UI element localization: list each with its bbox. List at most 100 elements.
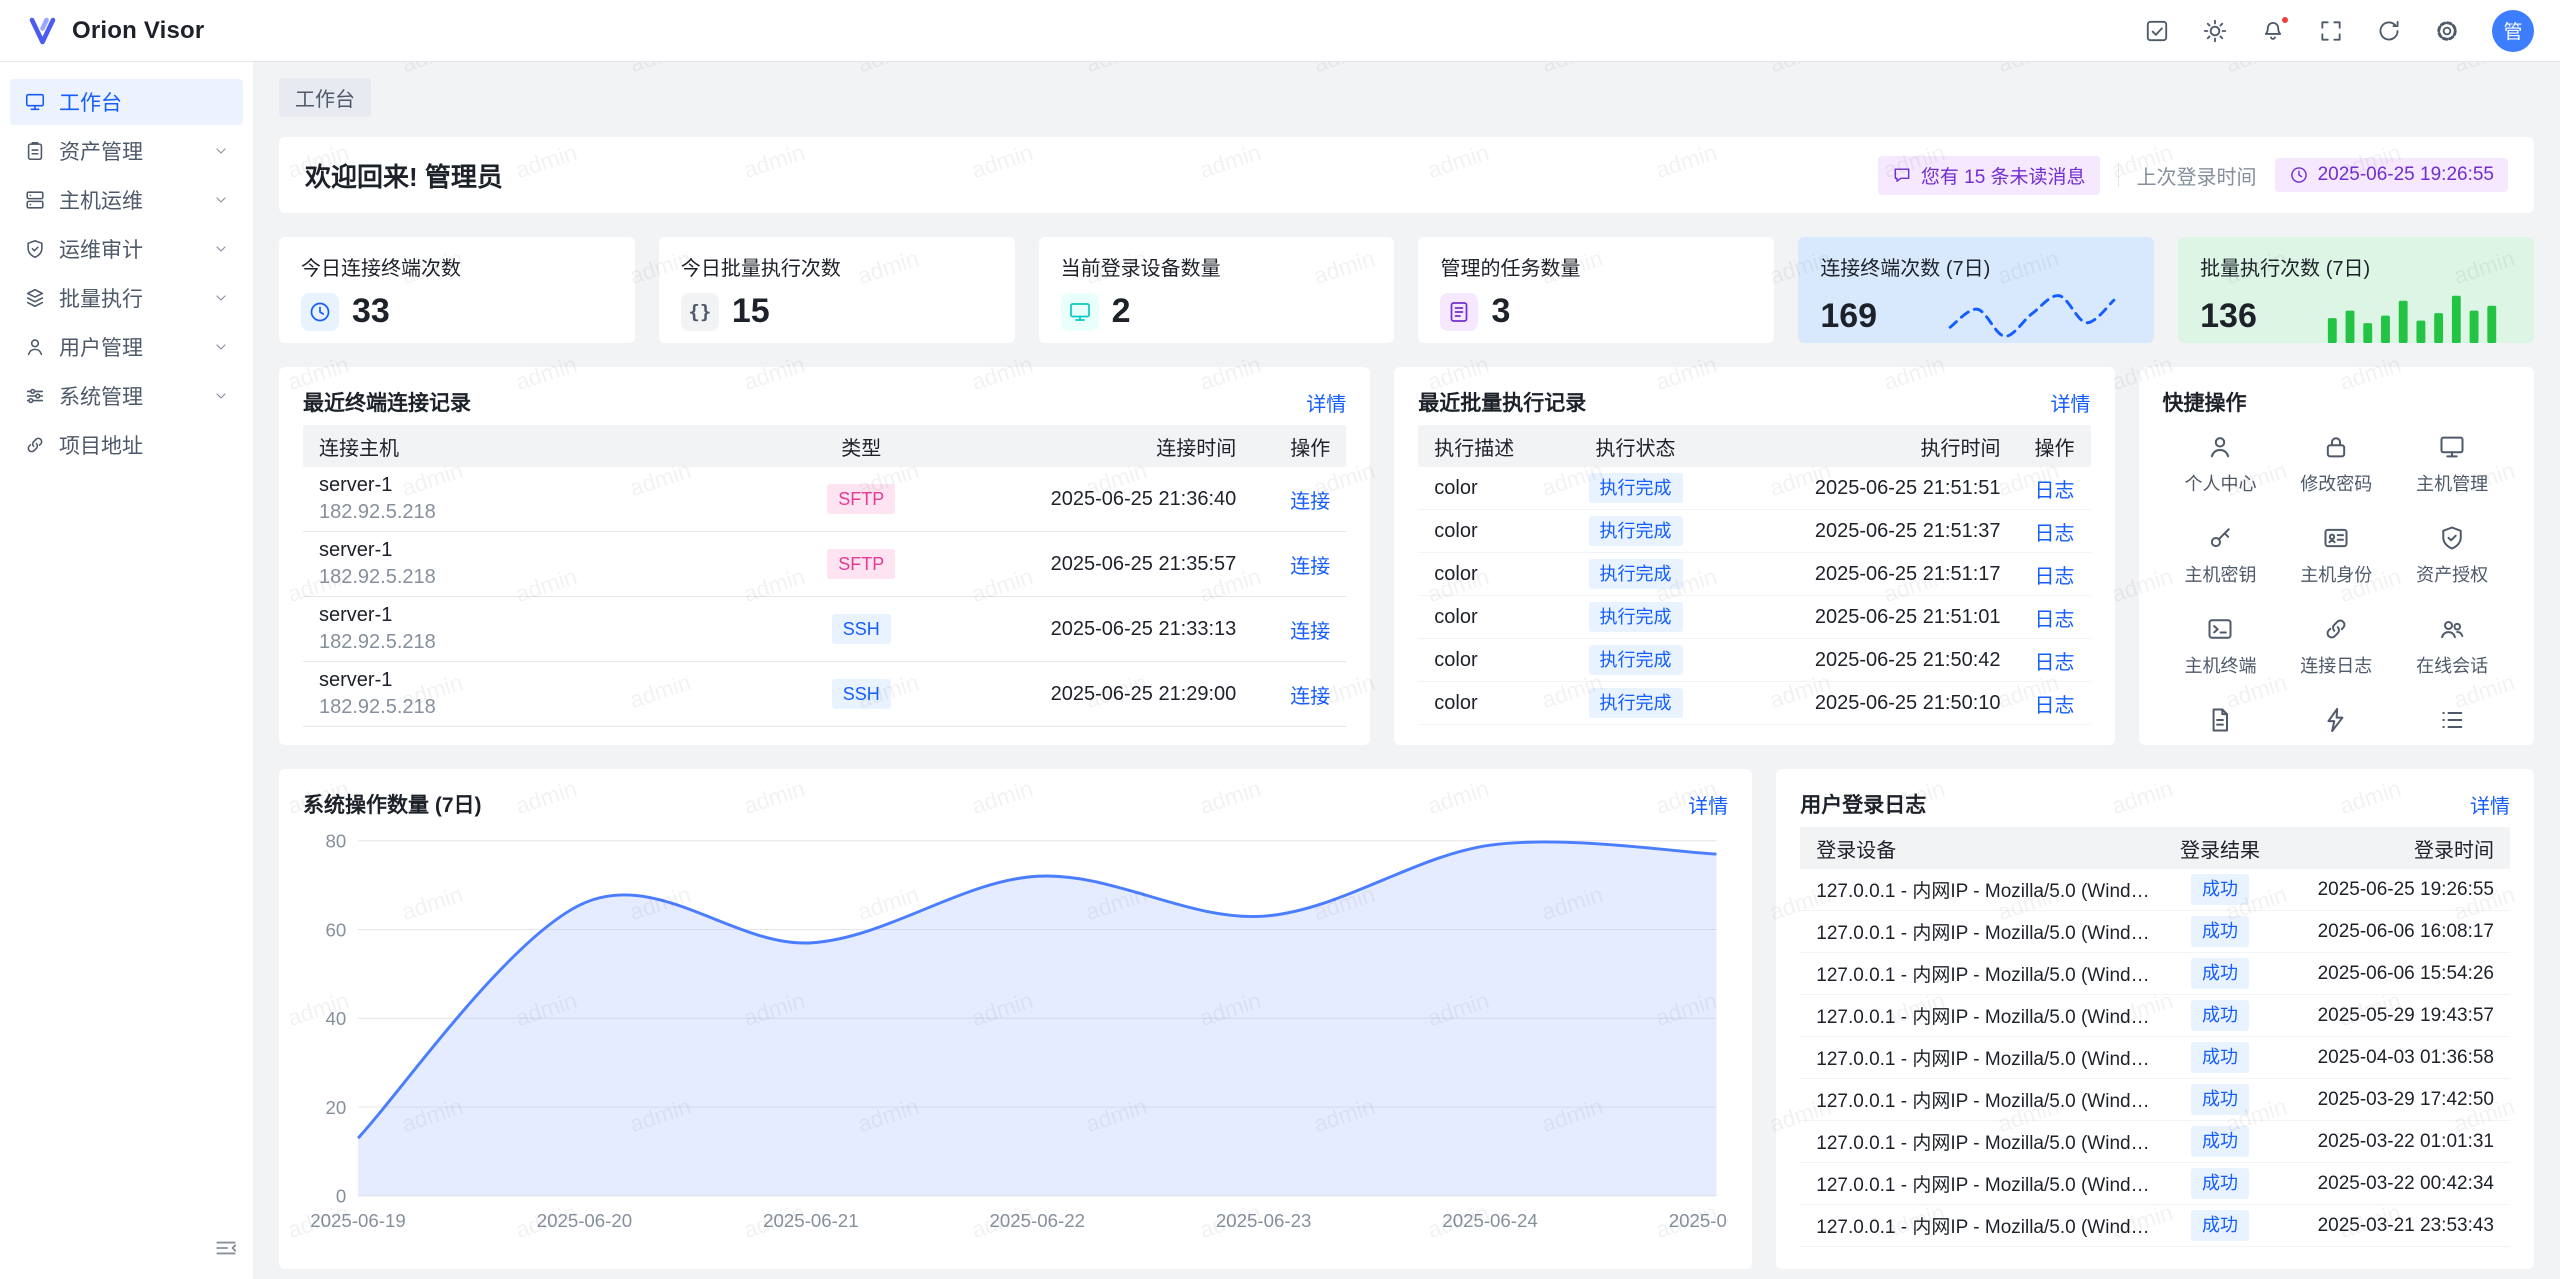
unread-messages-text: 您有 15 条未读消息 xyxy=(1921,162,2086,189)
stat-label: 当前登录设备数量 xyxy=(1061,252,1373,281)
terminal-records-detail-link[interactable]: 详情 xyxy=(1306,388,1346,417)
quick-action-file-log[interactable]: 文件操作日志 xyxy=(2163,706,2279,745)
check-square-icon[interactable] xyxy=(2144,18,2170,44)
stat-value: 3 xyxy=(1491,292,1510,331)
chart-title: 系统操作数量 (7日) xyxy=(303,789,482,819)
sidebar-item-project-url[interactable]: 项目地址 xyxy=(10,422,243,468)
unread-messages-badge[interactable]: 您有 15 条未读消息 xyxy=(1878,156,2100,195)
settings-gear-icon[interactable] xyxy=(2434,18,2460,44)
app-header: Orion Visor 管 xyxy=(0,0,2560,62)
exec-status-tag: 执行完成 xyxy=(1589,516,1683,546)
table-row: 127.0.0.1 - 内网IP - Mozilla/5.0 (Windows … xyxy=(1800,869,2510,911)
login-result-tag: 成功 xyxy=(2191,1168,2249,1198)
exec-status-tag: 执行完成 xyxy=(1589,602,1683,632)
connect-link[interactable]: 连接 xyxy=(1290,621,1330,643)
quick-action-asset-grant[interactable]: 资产授权 xyxy=(2394,524,2510,587)
sidebar-item-workbench[interactable]: 工作台 xyxy=(10,79,243,125)
sidebar-item-system[interactable]: 系统管理 xyxy=(10,373,243,419)
svg-text:2025-06-21: 2025-06-21 xyxy=(763,1210,858,1231)
exec-records-detail-link[interactable]: 详情 xyxy=(2051,388,2091,417)
login-time: 2025-06-06 15:54:26 xyxy=(2275,963,2510,985)
stat-value: 2 xyxy=(1112,292,1131,331)
table-header: 连接主机 类型 连接时间 操作 xyxy=(303,425,1346,467)
connect-link[interactable]: 连接 xyxy=(1290,491,1330,513)
login-device: 127.0.0.1 - 内网IP - Mozilla/5.0 (Windows … xyxy=(1800,1044,2165,1071)
quick-action-host-identity[interactable]: 主机身份 xyxy=(2278,524,2394,587)
fullscreen-icon[interactable] xyxy=(2318,18,2344,44)
log-link[interactable]: 日志 xyxy=(2035,566,2075,588)
quick-actions-grid: 个人中心 修改密码 主机管理 主机密钥 xyxy=(2163,433,2510,745)
breadcrumb: 工作台 xyxy=(279,78,2534,117)
sidebar-item-assets[interactable]: 资产管理 xyxy=(10,128,243,174)
file-icon xyxy=(2206,706,2234,734)
connect-time: 2025-06-25 21:33:13 xyxy=(936,618,1236,641)
sidebar-item-label: 主机运维 xyxy=(59,185,200,215)
sidebar-collapse-button[interactable] xyxy=(213,1235,239,1267)
table-row: 127.0.0.1 - 内网IP - Mozilla/5.0 (Windows … xyxy=(1800,995,2510,1037)
quick-action-exec-log[interactable]: 执行日志 xyxy=(2394,706,2510,745)
braces-icon: {} xyxy=(681,293,719,331)
login-result-tag: 成功 xyxy=(2191,916,2249,946)
svg-text:0: 0 xyxy=(336,1186,346,1207)
quick-action-personal-center[interactable]: 个人中心 xyxy=(2163,433,2279,496)
connect-link[interactable]: 连接 xyxy=(1290,556,1330,578)
sidebar-item-host-ops[interactable]: 主机运维 xyxy=(10,177,243,223)
svg-text:2025-06-25: 2025-06-25 xyxy=(1669,1210,1729,1231)
sidebar-item-label: 系统管理 xyxy=(59,381,200,411)
login-time: 2025-03-22 00:42:34 xyxy=(2275,1173,2510,1195)
exec-time: 2025-06-25 21:51:17 xyxy=(1721,563,2001,586)
login-result-tag: 成功 xyxy=(2191,1000,2249,1030)
header-actions: 管 xyxy=(2144,10,2534,52)
last-login-label: 上次登录时间 xyxy=(2137,161,2257,190)
login-logs-detail-link[interactable]: 详情 xyxy=(2470,790,2510,819)
table-row: 127.0.0.1 - 内网IP - Mozilla/5.0 (Windows … xyxy=(1800,1205,2510,1247)
breadcrumb-workbench[interactable]: 工作台 xyxy=(279,78,371,117)
log-link[interactable]: 日志 xyxy=(2035,695,2075,717)
svg-text:20: 20 xyxy=(325,1097,346,1118)
layers-icon xyxy=(24,287,46,309)
host-name: server-1 xyxy=(319,667,786,694)
svg-text:60: 60 xyxy=(325,919,346,940)
stat-label: 连接终端次数 (7日) xyxy=(1820,252,2132,281)
quick-action-host-terminal[interactable]: 主机终端 xyxy=(2163,615,2279,678)
sidebar-item-label: 资产管理 xyxy=(59,136,200,166)
quick-action-host-manage[interactable]: 主机管理 xyxy=(2394,433,2510,496)
exec-desc: color xyxy=(1418,520,1550,543)
theme-sun-icon[interactable] xyxy=(2202,18,2228,44)
exec-desc: color xyxy=(1418,692,1550,715)
svg-text:2025-06-20: 2025-06-20 xyxy=(537,1210,632,1231)
connect-link[interactable]: 连接 xyxy=(1290,686,1330,708)
chevron-down-icon xyxy=(213,192,229,208)
log-link[interactable]: 日志 xyxy=(2035,652,2075,674)
login-time: 2025-06-06 16:08:17 xyxy=(2275,921,2510,943)
log-link[interactable]: 日志 xyxy=(2035,609,2075,631)
sidebar-item-label: 批量执行 xyxy=(59,283,200,313)
host-name: server-1 xyxy=(319,537,786,564)
quick-action-command-exec[interactable]: 命令执行 xyxy=(2278,706,2394,745)
user-avatar[interactable]: 管 xyxy=(2492,10,2534,52)
quick-action-online-session[interactable]: 在线会话 xyxy=(2394,615,2510,678)
quick-action-change-password[interactable]: 修改密码 xyxy=(2278,433,2394,496)
stat-label: 批量执行次数 (7日) xyxy=(2200,252,2512,281)
system-chart-detail-link[interactable]: 详情 xyxy=(1688,790,1728,819)
sidebar-item-label: 工作台 xyxy=(59,87,229,117)
quick-action-connect-log[interactable]: 连接日志 xyxy=(2278,615,2394,678)
monitor-icon xyxy=(1061,293,1099,331)
notification-dot xyxy=(2280,15,2290,25)
sidebar-item-audit[interactable]: 运维审计 xyxy=(10,226,243,272)
svg-text:80: 80 xyxy=(325,831,346,852)
log-link[interactable]: 日志 xyxy=(2035,480,2075,502)
sidebar-item-users[interactable]: 用户管理 xyxy=(10,324,243,370)
dashboard-icon xyxy=(24,91,46,113)
table-row: server-1 182.92.5.218 SSH 2025-06-25 21:… xyxy=(303,597,1346,662)
table-row: color 执行完成 2025-06-25 21:50:10 日志 xyxy=(1418,682,2090,725)
sidebar-item-batch-exec[interactable]: 批量执行 xyxy=(10,275,243,321)
log-link[interactable]: 日志 xyxy=(2035,523,2075,545)
login-time: 2025-03-29 17:42:50 xyxy=(2275,1089,2510,1111)
host-name: server-1 xyxy=(319,602,786,629)
notification-bell-icon[interactable] xyxy=(2260,18,2286,44)
quick-action-host-key[interactable]: 主机密钥 xyxy=(2163,524,2279,587)
host-ip: 182.92.5.218 xyxy=(319,629,786,656)
sidebar-item-label: 项目地址 xyxy=(59,430,229,460)
refresh-icon[interactable] xyxy=(2376,18,2402,44)
